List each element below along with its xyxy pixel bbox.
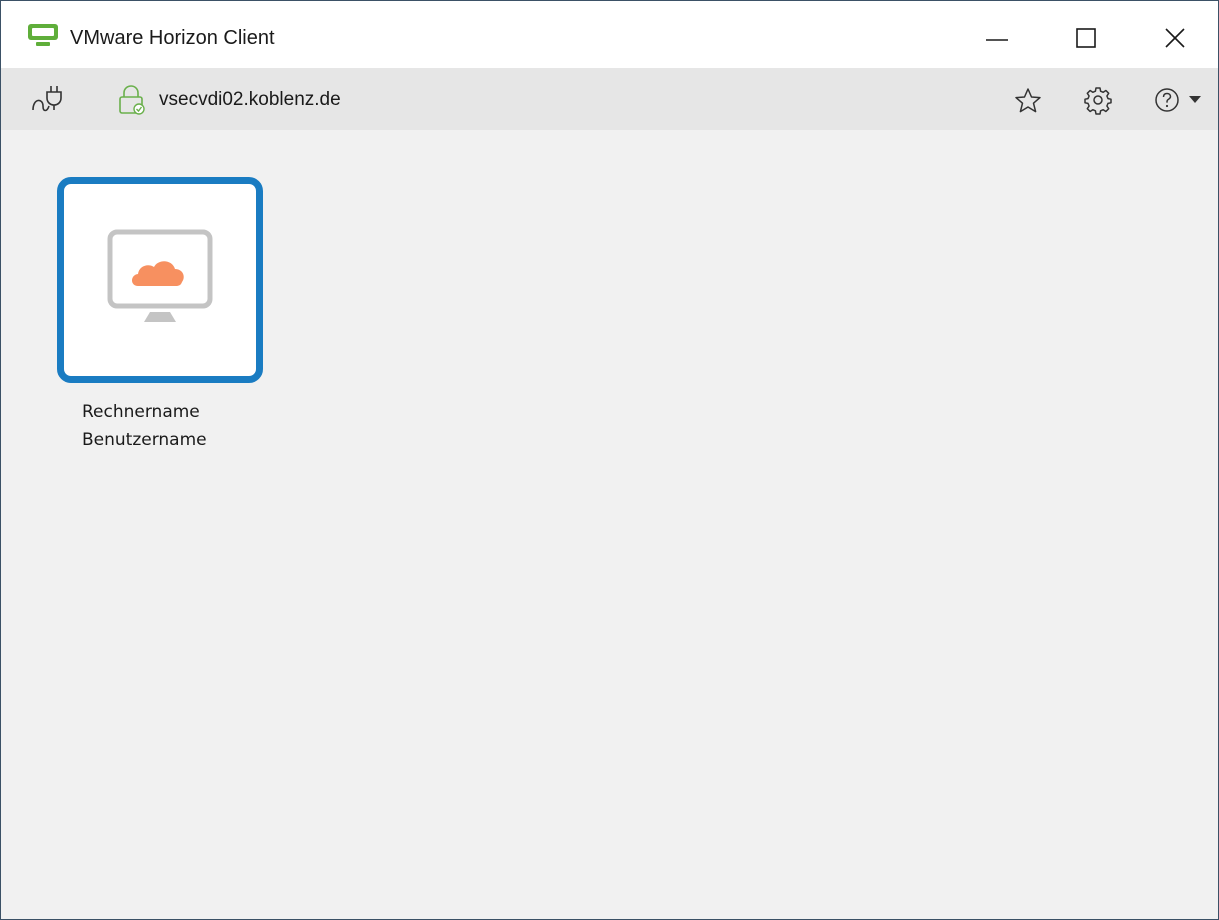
horizon-app-icon bbox=[27, 23, 61, 51]
minimize-button[interactable] bbox=[978, 19, 1018, 59]
title-bar[interactable]: VMware Horizon Client bbox=[1, 1, 1218, 68]
toolbar: vsecvdi02.koblenz.de bbox=[1, 68, 1218, 130]
window-title: VMware Horizon Client bbox=[70, 27, 275, 49]
help-icon[interactable] bbox=[1152, 85, 1182, 115]
close-button[interactable] bbox=[1158, 19, 1198, 59]
close-icon bbox=[1165, 28, 1185, 48]
plug-icon[interactable] bbox=[31, 84, 71, 116]
maximize-button[interactable] bbox=[1068, 19, 1108, 59]
server-address: vsecvdi02.koblenz.de bbox=[159, 89, 341, 110]
lock-icon bbox=[117, 84, 147, 116]
favorite-star-icon[interactable] bbox=[1013, 86, 1043, 116]
minimize-icon bbox=[986, 39, 1008, 41]
chevron-down-icon[interactable] bbox=[1186, 93, 1206, 107]
maximize-icon bbox=[1076, 28, 1096, 48]
desktop-tile[interactable]: Rechnername Benutzername bbox=[57, 177, 263, 457]
horizon-client-window: VMware Horizon Client vsecvdi02.koblenz.… bbox=[0, 0, 1219, 920]
desktop-user: Benutzername bbox=[82, 430, 207, 450]
desktop-list: Rechnername Benutzername bbox=[1, 130, 1218, 919]
gear-icon[interactable] bbox=[1083, 85, 1113, 115]
desktop-tile-selection[interactable] bbox=[57, 177, 263, 383]
monitor-cloud-icon bbox=[107, 229, 213, 322]
desktop-name: Rechnername bbox=[82, 402, 200, 422]
